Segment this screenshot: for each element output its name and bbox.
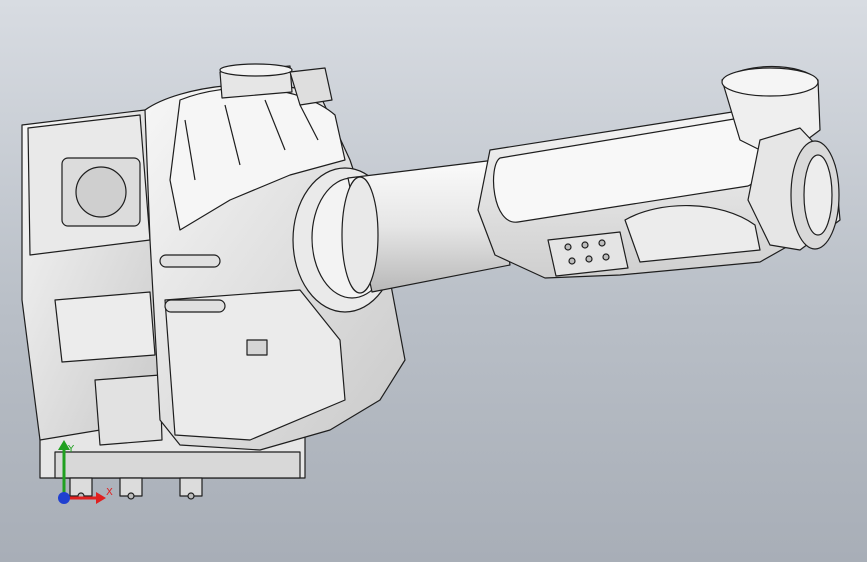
x-axis-label: X <box>106 487 113 498</box>
cad-viewport[interactable]: Y X <box>0 0 867 562</box>
axis-triad: Y X <box>58 440 113 504</box>
y-axis-label: Y <box>67 444 75 455</box>
robot-arm-model[interactable] <box>0 0 867 562</box>
rear-motor-housing <box>21 109 163 446</box>
x-axis-arrow: X <box>64 487 113 504</box>
y-axis-arrow: Y <box>58 440 75 498</box>
z-axis-dot <box>58 492 70 504</box>
